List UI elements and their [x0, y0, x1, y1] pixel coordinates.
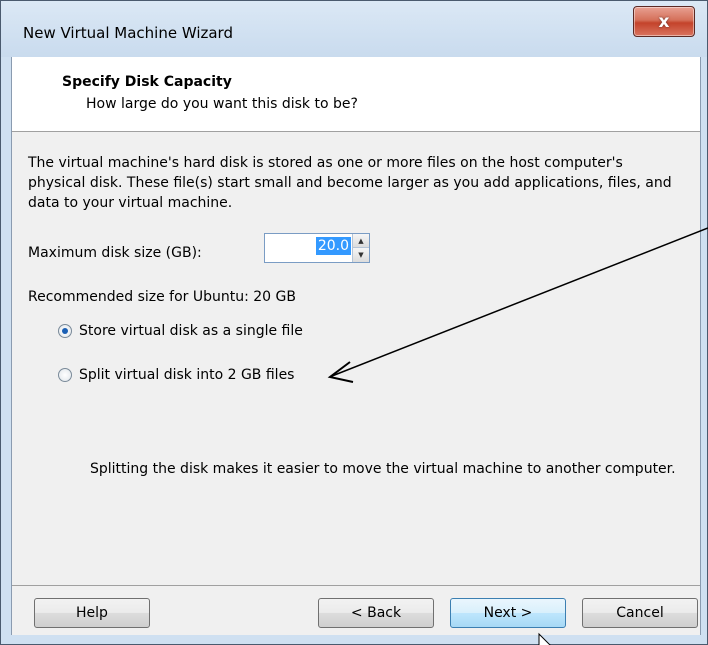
help-button-label: Help: [76, 605, 108, 621]
radio-label-single-file[interactable]: Store virtual disk as a single file: [79, 323, 303, 339]
stepper-buttons: ▲ ▼: [352, 234, 369, 262]
chevron-up-icon: ▲: [358, 236, 364, 245]
window-title: New Virtual Machine Wizard: [23, 24, 233, 42]
next-button[interactable]: Next >: [450, 598, 566, 628]
disk-size-stepper[interactable]: 20.0 ▲ ▼: [264, 233, 370, 263]
split-description: Splitting the disk makes it easier to mo…: [90, 461, 676, 477]
cancel-button-label: Cancel: [616, 605, 664, 621]
radio-split-files[interactable]: Split virtual disk into 2 GB files: [58, 367, 294, 383]
page-title: Specify Disk Capacity: [62, 74, 232, 90]
back-button-label: < Back: [350, 605, 402, 621]
radio-single-file[interactable]: Store virtual disk as a single file: [58, 323, 303, 339]
close-icon: x: [658, 11, 670, 32]
help-button[interactable]: Help: [34, 598, 150, 628]
back-button[interactable]: < Back: [318, 598, 434, 628]
page-subtitle: How large do you want this disk to be?: [86, 96, 358, 112]
wizard-header: Specify Disk Capacity How large do you w…: [12, 57, 700, 132]
wizard-window: New Virtual Machine Wizard x Specify Dis…: [0, 0, 708, 645]
dialog-body: Specify Disk Capacity How large do you w…: [11, 57, 701, 635]
title-bar: New Virtual Machine Wizard x: [1, 1, 707, 57]
footer-divider: [12, 585, 700, 586]
next-button-label: Next >: [483, 605, 533, 621]
chevron-down-icon: ▼: [358, 251, 364, 259]
recommended-size: Recommended size for Ubuntu: 20 GB: [28, 289, 296, 305]
disk-description: The virtual machine's hard disk is store…: [28, 155, 672, 211]
radio-label-split-files[interactable]: Split virtual disk into 2 GB files: [79, 367, 294, 383]
radio-button-checked[interactable]: [58, 324, 72, 338]
radio-button-unchecked[interactable]: [58, 368, 72, 382]
disk-size-label: Maximum disk size (GB):: [28, 245, 202, 261]
cancel-button[interactable]: Cancel: [582, 598, 698, 628]
disk-size-input[interactable]: 20.0: [315, 237, 351, 255]
close-button[interactable]: x: [633, 6, 695, 37]
stepper-up-button[interactable]: ▲: [353, 234, 369, 248]
stepper-down-button[interactable]: ▼: [353, 248, 369, 262]
